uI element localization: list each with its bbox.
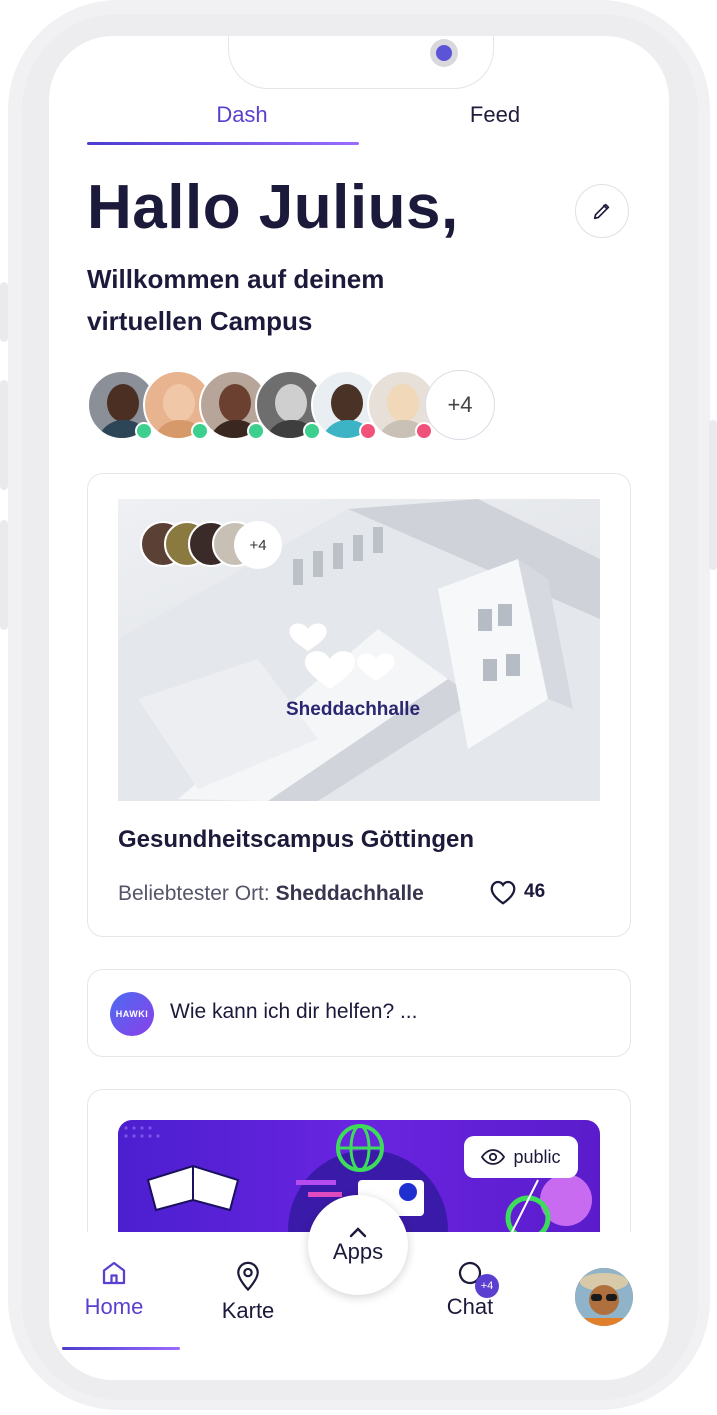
- nav-home[interactable]: Home: [63, 1258, 165, 1320]
- campus-card[interactable]: +4 Sheddachhalle Gesundheitscampus Götti…: [87, 473, 631, 937]
- device-side-button: [709, 420, 717, 570]
- like-count: 46: [524, 881, 546, 902]
- campus-title: Gesundheitscampus Göttingen: [118, 826, 475, 853]
- device-side-button: [0, 520, 8, 630]
- assistant-prompt-text[interactable]: Wie kann ich dir helfen? ...: [170, 1000, 417, 1024]
- welcome-text: Willkommen auf deinem virtuellen Campus: [87, 264, 385, 336]
- visibility-label: public: [513, 1146, 561, 1167]
- page-title: Hallo Julius,: [87, 173, 459, 242]
- profile-avatar[interactable]: [575, 1268, 633, 1326]
- visibility-badge: public: [464, 1136, 578, 1178]
- nav-home-label: Home: [84, 1294, 144, 1319]
- place-label: Sheddachhalle: [286, 699, 421, 720]
- popular-place-prefix: Beliebtester Ort:: [118, 882, 270, 905]
- campus-3d-image: +4 Sheddachhalle: [118, 499, 600, 801]
- camera-island: [228, 36, 494, 89]
- apps-button[interactable]: Apps: [308, 1195, 408, 1295]
- heart-icon: [490, 880, 516, 905]
- map-pin-icon: [237, 1261, 259, 1292]
- edit-button[interactable]: [575, 184, 629, 238]
- app-screen: Dash Feed Hallo Julius, Willkommen auf d…: [49, 36, 669, 1380]
- nav-karte-label: Karte: [221, 1298, 275, 1323]
- active-tab-indicator: [87, 142, 359, 145]
- chevron-up-icon: [349, 1227, 367, 1238]
- like-button[interactable]: 46: [488, 878, 545, 906]
- nav-karte[interactable]: Karte: [197, 1258, 299, 1324]
- home-icon: [102, 1261, 126, 1285]
- popular-place-text: Beliebtester Ort: Sheddachhalle: [118, 882, 424, 906]
- chat-unread-badge: +4: [475, 1274, 499, 1298]
- visitors-more-count: +4: [234, 521, 282, 569]
- nav-chat-label: Chat: [446, 1294, 494, 1319]
- popular-place-name: Sheddachhalle: [275, 882, 424, 905]
- tab-dash[interactable]: Dash: [132, 102, 352, 128]
- nav-chat[interactable]: Chat: [419, 1258, 521, 1320]
- pencil-icon: [593, 203, 610, 220]
- front-camera-icon: [430, 39, 458, 67]
- profile-picture: [575, 1268, 633, 1326]
- device-side-button: [0, 380, 8, 490]
- assistant-prompt-card[interactable]: HAWKI Wie kann ich dir helfen? ...: [87, 969, 631, 1057]
- tab-feed[interactable]: Feed: [385, 102, 605, 128]
- active-nav-indicator: [62, 1347, 180, 1350]
- apps-label: Apps: [332, 1239, 384, 1264]
- hawki-logo: HAWKI: [110, 992, 154, 1036]
- eye-icon: [481, 1149, 506, 1165]
- device-side-button: [0, 282, 8, 342]
- more-friends-count[interactable]: +4: [425, 370, 495, 440]
